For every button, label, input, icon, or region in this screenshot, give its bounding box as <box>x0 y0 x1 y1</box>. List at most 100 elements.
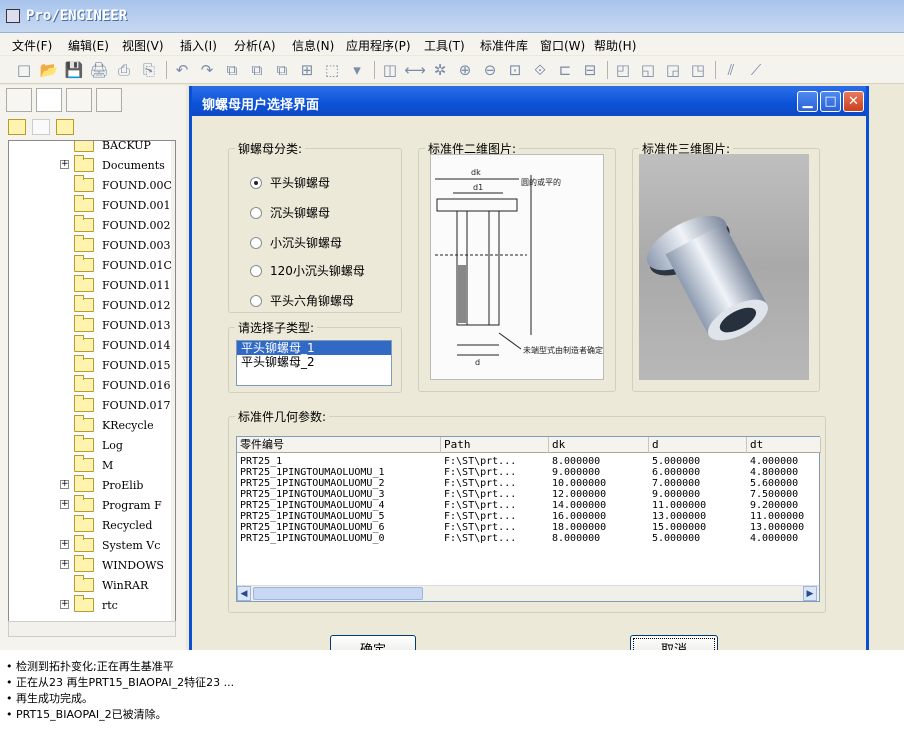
toolbar-icon-4[interactable]: ⎙ <box>114 60 134 80</box>
toolbar-icon-9[interactable]: ⧉ <box>222 60 242 80</box>
expand-icon[interactable]: + <box>60 500 69 509</box>
toolbar-icon-1[interactable]: 📂 <box>39 60 59 80</box>
subtype-listbox[interactable]: 平头铆螺母_1 平头铆螺母_2 <box>236 340 392 386</box>
toolbar-icon-31[interactable]: ⫽ <box>721 60 741 80</box>
up-folder-icon[interactable] <box>32 119 50 135</box>
tree-item[interactable]: + rtc <box>9 595 169 615</box>
tree-item[interactable]: M <box>9 455 169 475</box>
subtype-option[interactable]: 平头铆螺母_2 <box>237 355 391 369</box>
column-header[interactable]: Path <box>441 437 549 453</box>
toolbar-icon-17[interactable]: ⟷ <box>404 60 426 80</box>
tree-item[interactable]: FOUND.01C <box>9 255 172 275</box>
expand-icon[interactable]: + <box>60 160 69 169</box>
menu-item-6[interactable]: 应用程序(P) <box>346 37 411 54</box>
tree-item[interactable]: FOUND.017 <box>9 395 170 415</box>
connections-tab[interactable] <box>96 88 122 112</box>
category-radio-3[interactable]: 120小沉头铆螺母 <box>250 262 365 279</box>
table-horizontal-scrollbar[interactable]: ◀ ▶ <box>237 585 819 601</box>
tree-item[interactable]: FOUND.002 <box>9 215 170 235</box>
tree-item[interactable]: + WINDOWS <box>9 555 169 575</box>
tree-item[interactable]: + ProElib <box>9 475 169 495</box>
tree-item[interactable]: FOUND.011 <box>9 275 170 295</box>
tree-item[interactable]: FOUND.00C <box>9 175 172 195</box>
menu-item-0[interactable]: 文件(F) <box>12 37 52 54</box>
toolbar-icon-16[interactable]: ◫ <box>380 60 400 80</box>
menu-item-10[interactable]: 帮助(H) <box>594 37 636 54</box>
table-row[interactable]: PRT25_1PINGTOUMAOLUOMU_5 F:\ST\prt... 16.0… <box>237 511 821 522</box>
close-button[interactable]: ✕ <box>843 91 864 112</box>
add-folder-icon[interactable] <box>56 119 74 135</box>
column-header[interactable]: d <box>649 437 747 453</box>
category-radio-4[interactable]: 平头六角铆螺母 <box>250 292 354 309</box>
column-header[interactable]: dk <box>549 437 649 453</box>
column-header[interactable]: dt <box>747 437 821 453</box>
tree-item[interactable]: KRecycle <box>9 415 169 435</box>
expand-icon[interactable]: + <box>60 480 69 489</box>
toolbar-icon-32[interactable]: ⟋ <box>746 60 766 80</box>
tree-item[interactable]: + Documents <box>9 155 169 175</box>
tree-item[interactable]: FOUND.016 <box>9 375 170 395</box>
tree-item[interactable]: FOUND.013 <box>9 315 170 335</box>
menu-item-8[interactable]: 标准件库 <box>480 37 528 54</box>
toolbar-icon-5[interactable]: ⎘ <box>139 60 159 80</box>
table-row[interactable]: PRT25_1PINGTOUMAOLUOMU_1 F:\ST\prt... 9.00… <box>237 467 821 478</box>
tree-item[interactable]: BACKUP <box>9 141 169 155</box>
toolbar-icon-20[interactable]: ⊖ <box>480 60 500 80</box>
tree-item[interactable]: FOUND.014 <box>9 335 170 355</box>
toolbar-icon-8[interactable]: ↷ <box>197 60 217 80</box>
expand-icon[interactable]: + <box>60 540 69 549</box>
menu-item-7[interactable]: 工具(T) <box>424 37 465 54</box>
tree-horizontal-scrollbar[interactable] <box>8 621 176 637</box>
maximize-button[interactable]: □ <box>820 91 841 112</box>
menu-item-1[interactable]: 编辑(E) <box>68 37 109 54</box>
toolbar-icon-12[interactable]: ⊞ <box>297 60 317 80</box>
category-radio-1[interactable]: 沉头铆螺母 <box>250 204 330 221</box>
toolbar-icon-28[interactable]: ◲ <box>663 60 683 80</box>
toolbar-icon-18[interactable]: ✲ <box>430 60 450 80</box>
minimize-button[interactable]: ▁ <box>797 91 818 112</box>
menu-item-5[interactable]: 信息(N) <box>292 37 334 54</box>
toolbar-icon-21[interactable]: ⊡ <box>505 60 525 80</box>
toolbar-icon-24[interactable]: ⊟ <box>580 60 600 80</box>
toolbar-icon-22[interactable]: ⟐ <box>530 60 550 80</box>
subtype-option[interactable]: 平头铆螺母_1 <box>237 341 391 355</box>
toolbar-icon-19[interactable]: ⊕ <box>455 60 475 80</box>
toolbar-icon-14[interactable]: ▾ <box>347 60 367 80</box>
table-row[interactable]: PRT25_1PINGTOUMAOLUOMU_4 F:\ST\prt... 14.0… <box>237 500 821 511</box>
scroll-left-arrow-icon[interactable]: ◀ <box>237 586 251 601</box>
toolbar-icon-23[interactable]: ⊏ <box>555 60 575 80</box>
tree-item[interactable]: FOUND.001 <box>9 195 170 215</box>
expand-icon[interactable]: + <box>60 600 69 609</box>
model-tree-tab[interactable] <box>6 88 32 112</box>
toolbar-icon-7[interactable]: ↶ <box>172 60 192 80</box>
toolbar-icon-2[interactable]: 💾 <box>64 60 84 80</box>
tree-item[interactable]: + Program F <box>9 495 169 515</box>
tree-item[interactable]: FOUND.012 <box>9 295 170 315</box>
menu-item-3[interactable]: 插入(I) <box>180 37 217 54</box>
column-header[interactable]: 零件编号 <box>237 437 441 453</box>
toolbar-icon-0[interactable]: □ <box>14 60 34 80</box>
toolbar-icon-13[interactable]: ⬚ <box>322 60 342 80</box>
category-radio-2[interactable]: 小沉头铆螺母 <box>250 234 342 251</box>
favorites-tab[interactable] <box>66 88 92 112</box>
tree-item[interactable]: Recycled <box>9 515 169 535</box>
new-folder-icon[interactable] <box>8 119 26 135</box>
toolbar-icon-3[interactable]: 🖨 <box>89 60 109 80</box>
table-row[interactable]: PRT25_1 F:\ST\prt... 8.000000 5.000000 4.000… <box>237 456 821 467</box>
tree-item[interactable]: + System Vc <box>9 535 169 555</box>
tree-item[interactable]: Log <box>9 435 169 455</box>
toolbar-icon-11[interactable]: ⧉ <box>272 60 292 80</box>
menu-item-9[interactable]: 窗口(W) <box>540 37 585 54</box>
scroll-right-arrow-icon[interactable]: ▶ <box>803 586 817 601</box>
category-radio-0[interactable]: 平头铆螺母 <box>250 174 330 191</box>
tree-item[interactable]: FOUND.003 <box>9 235 170 255</box>
toolbar-icon-10[interactable]: ⧉ <box>247 60 267 80</box>
tree-item[interactable]: WinRAR <box>9 575 169 595</box>
toolbar-icon-29[interactable]: ◳ <box>688 60 708 80</box>
parameters-table[interactable]: 零件编号 Path dk d dt PRT25_1 F:\ST\prt... 8.00000… <box>236 436 821 602</box>
menu-item-4[interactable]: 分析(A) <box>234 37 276 54</box>
toolbar-icon-27[interactable]: ◱ <box>638 60 658 80</box>
table-row[interactable]: PRT25_1PINGTOUMAOLUOMU_2 F:\ST\prt... 10.0… <box>237 478 821 489</box>
folder-browser-tab[interactable] <box>36 88 62 112</box>
expand-icon[interactable]: + <box>60 560 69 569</box>
